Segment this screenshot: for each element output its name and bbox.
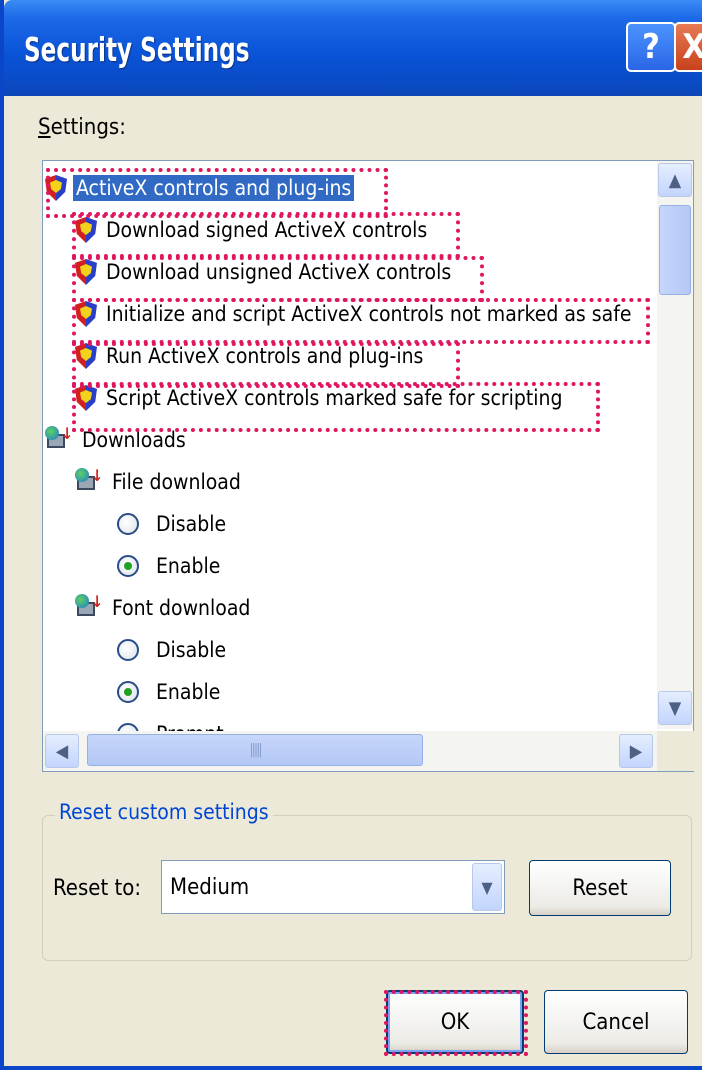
chevron-left-icon: ◀ <box>55 740 69 762</box>
scroll-up-button[interactable]: ▲ <box>658 163 692 197</box>
reset-to-label: Reset to: <box>53 876 142 901</box>
tree-item-label: Enable <box>156 680 221 704</box>
reset-level-value: Medium <box>170 875 250 900</box>
tree-item[interactable]: ↓ Font download <box>75 589 253 627</box>
shield-icon <box>75 217 97 243</box>
tree-item-label: Download unsigned ActiveX controls <box>106 260 452 284</box>
tree-item[interactable]: ↓ File download <box>75 463 244 501</box>
tree-item[interactable]: Download signed ActiveX controls <box>75 211 430 249</box>
tree-item-label: Downloads <box>82 428 186 452</box>
shield-icon <box>75 385 97 411</box>
vertical-scroll-thumb[interactable] <box>659 205 691 295</box>
tree-item-label: Font download <box>112 596 251 620</box>
radio-checked-icon[interactable] <box>117 681 139 703</box>
tree-item[interactable]: ActiveX controls and plug-ins <box>45 169 355 207</box>
chevron-down-icon: ▼ <box>481 877 493 897</box>
ok-button[interactable]: OK <box>386 990 524 1054</box>
download-icon: ↓ <box>75 594 103 622</box>
radio-option[interactable]: Disable <box>117 505 229 543</box>
tree-item[interactable]: ↓ Downloads <box>45 421 189 459</box>
tree-item-label: Disable <box>156 638 227 662</box>
radio-option[interactable]: Enable <box>117 673 223 711</box>
help-icon: ? <box>642 27 660 67</box>
tree-item[interactable]: Run ActiveX controls and plug-ins <box>75 337 426 375</box>
radio-checked-icon[interactable] <box>117 555 139 577</box>
scroll-down-button[interactable]: ▼ <box>658 691 692 725</box>
help-button[interactable]: ? <box>626 22 676 72</box>
tree-item[interactable]: Initialize and script ActiveX controls n… <box>75 295 634 333</box>
radio-option[interactable]: Disable <box>117 631 229 669</box>
download-icon: ↓ <box>75 468 103 496</box>
radio-unchecked-icon[interactable] <box>117 513 139 535</box>
tree-item-label: Download signed ActiveX controls <box>106 218 428 242</box>
tree-item-label: Enable <box>156 554 221 578</box>
horizontal-scroll-thumb[interactable]: ||||| <box>87 734 423 766</box>
chevron-down-icon: ▼ <box>668 697 682 719</box>
shield-icon <box>75 301 97 327</box>
settings-tree[interactable]: ActiveX controls and plug-ins Download si… <box>42 160 695 772</box>
scrollbar-corner <box>657 731 695 771</box>
chevron-up-icon: ▲ <box>668 169 682 191</box>
group-title: Reset custom settings <box>55 800 273 824</box>
shield-icon <box>45 175 67 201</box>
tree-item[interactable]: Script ActiveX controls marked safe for … <box>75 379 565 417</box>
tree-item-label: Initialize and script ActiveX controls n… <box>106 302 632 326</box>
title-bar[interactable]: Security Settings ? X <box>4 0 702 96</box>
scroll-left-button[interactable]: ◀ <box>45 734 79 768</box>
vertical-scrollbar[interactable]: ▲ ▼ <box>657 161 693 729</box>
reset-custom-settings-group: Reset custom settings Reset to: Medium ▼… <box>42 800 692 961</box>
cancel-button[interactable]: Cancel <box>544 990 688 1054</box>
scroll-right-button[interactable]: ▶ <box>619 734 653 768</box>
tree-item-label: Run ActiveX controls and plug-ins <box>106 344 424 368</box>
shield-icon <box>75 343 97 369</box>
reset-level-dropdown[interactable]: Medium ▼ <box>161 860 505 914</box>
close-button[interactable]: X <box>674 22 702 72</box>
tree-item-label: Disable <box>156 512 227 536</box>
window-title: Security Settings <box>24 30 250 69</box>
reset-button[interactable]: Reset <box>529 860 671 916</box>
tree-item[interactable]: Download unsigned ActiveX controls <box>75 253 454 291</box>
chevron-right-icon: ▶ <box>629 740 643 762</box>
horizontal-scrollbar[interactable]: ◀ ||||| ▶ <box>43 731 657 771</box>
security-settings-dialog: Security Settings ? X Settings: ActiveX … <box>0 0 702 1070</box>
dropdown-arrow-button[interactable]: ▼ <box>472 863 502 911</box>
settings-label: Settings: <box>38 115 126 140</box>
shield-icon <box>75 259 97 285</box>
tree-item-label: File download <box>112 470 241 494</box>
tree-item-label: ActiveX controls and plug-ins <box>73 175 355 201</box>
radio-option[interactable]: Enable <box>117 547 223 585</box>
close-icon: X <box>682 27 702 67</box>
download-icon: ↓ <box>45 426 73 454</box>
radio-unchecked-icon[interactable] <box>117 639 139 661</box>
tree-item-label: Script ActiveX controls marked safe for … <box>106 386 563 410</box>
